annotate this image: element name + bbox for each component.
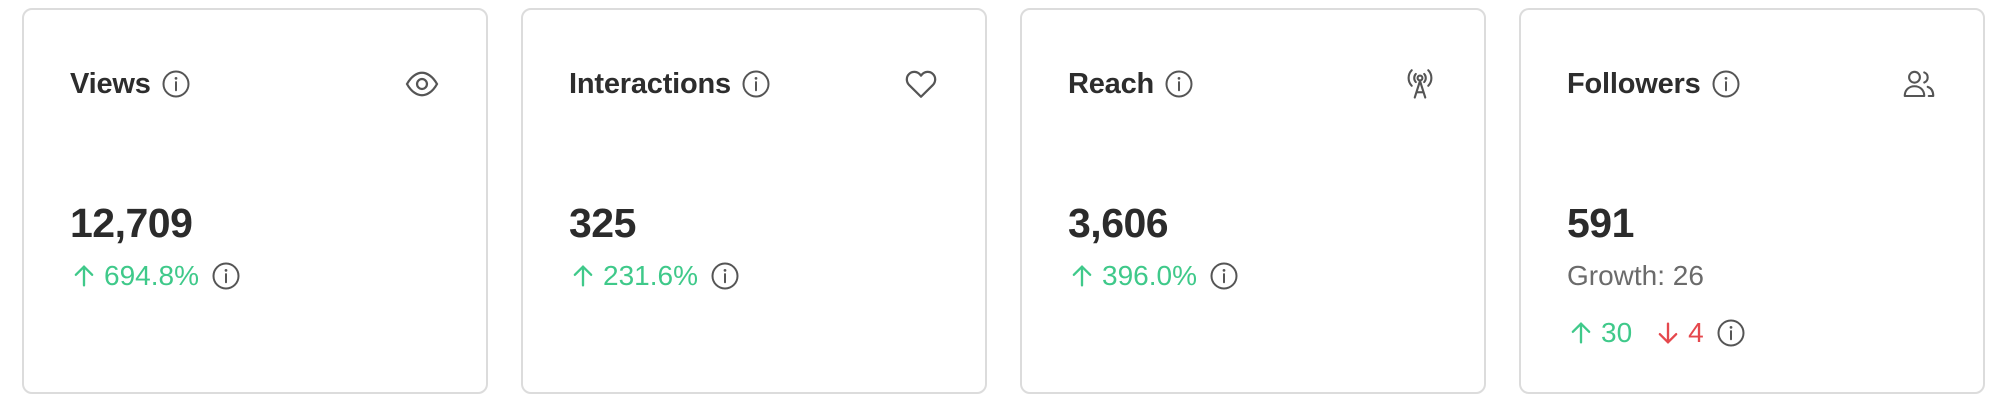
arrow-up-icon bbox=[70, 261, 98, 291]
change-indicator: 231.6% bbox=[569, 260, 740, 292]
info-icon[interactable] bbox=[1164, 69, 1194, 99]
info-icon[interactable] bbox=[1716, 318, 1746, 348]
arrow-up-icon bbox=[1567, 318, 1595, 348]
card-value: 325 bbox=[569, 200, 636, 246]
info-icon[interactable] bbox=[211, 261, 241, 291]
change-percent: 231.6% bbox=[603, 260, 698, 291]
arrow-down-icon bbox=[1654, 318, 1682, 348]
views-card: Views 12,709 694.8% bbox=[22, 8, 488, 394]
card-title: Followers bbox=[1567, 67, 1701, 100]
interactions-card: Interactions 325 231.6% bbox=[521, 8, 987, 394]
broadcast-tower-icon bbox=[1402, 66, 1438, 102]
change-percent: 694.8% bbox=[104, 260, 199, 291]
card-header: Followers bbox=[1567, 62, 1741, 106]
users-icon bbox=[1901, 66, 1937, 102]
followers-gained: 30 bbox=[1601, 317, 1633, 348]
eye-icon bbox=[404, 66, 440, 102]
follower-change-indicator: 30 4 bbox=[1567, 317, 1746, 349]
card-header: Views bbox=[70, 62, 191, 106]
info-icon[interactable] bbox=[1209, 261, 1239, 291]
arrow-up-icon bbox=[1068, 261, 1096, 291]
arrow-up-icon bbox=[569, 261, 597, 291]
info-icon[interactable] bbox=[161, 69, 191, 99]
change-indicator: 694.8% bbox=[70, 260, 241, 292]
card-title: Views bbox=[70, 67, 151, 100]
growth-label: Growth: 26 bbox=[1567, 260, 1704, 291]
card-header: Interactions bbox=[569, 62, 771, 106]
followers-lost: 4 bbox=[1688, 317, 1704, 348]
card-value: 12,709 bbox=[70, 200, 193, 246]
card-title: Reach bbox=[1068, 67, 1155, 100]
change-percent: 396.0% bbox=[1102, 260, 1197, 291]
info-icon[interactable] bbox=[1711, 69, 1741, 99]
info-icon[interactable] bbox=[710, 261, 740, 291]
info-icon[interactable] bbox=[741, 69, 771, 99]
followers-card: Followers 591 Growth: 26 30 4 bbox=[1519, 8, 1985, 394]
reach-card: Reach 3,606 396.0% bbox=[1020, 8, 1486, 394]
change-indicator: 396.0% bbox=[1068, 260, 1239, 292]
stats-cards: Views 12,709 694.8% Interactions 325 231… bbox=[0, 0, 2004, 404]
card-value: 3,606 bbox=[1068, 200, 1169, 246]
heart-icon bbox=[903, 66, 939, 102]
card-title: Interactions bbox=[569, 67, 731, 100]
card-header: Reach bbox=[1068, 62, 1194, 106]
card-value: 591 bbox=[1567, 200, 1634, 246]
